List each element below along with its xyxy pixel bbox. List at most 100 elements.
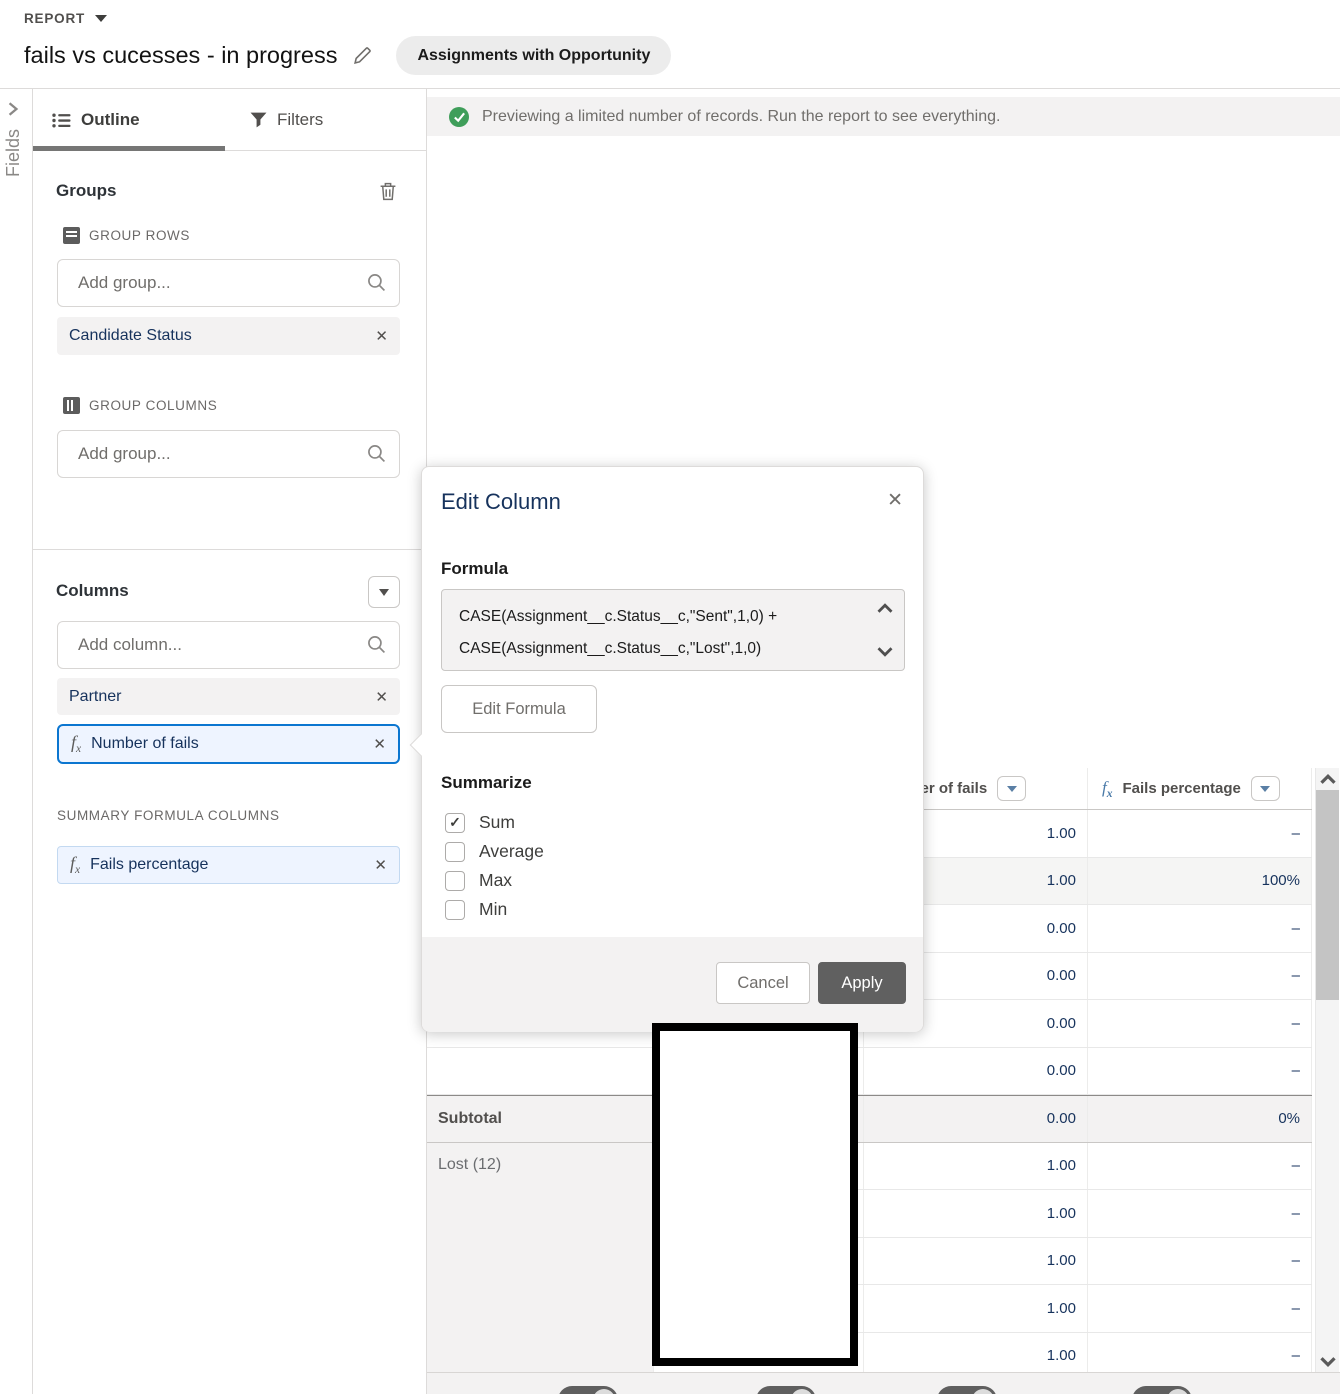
banner-text: Previewing a limited number of records. … [482,107,1001,125]
fields-panel-label: Fields [3,129,23,178]
fails-percentage-cell: – [1088,952,1312,999]
number-of-fails-cell: 1.00 [864,1190,1088,1237]
subtotal-label: Subtotal [438,1109,502,1127]
footer-toggle[interactable] [558,1386,618,1394]
summary-formula-columns-label: SUMMARY FORMULA COLUMNS [57,808,280,823]
checkbox-checked-icon[interactable]: ✓ [445,812,465,833]
footer-toggle[interactable] [756,1386,816,1394]
scroll-down-icon[interactable] [1319,1354,1337,1368]
summarize-option[interactable]: ✓ Sum [445,808,544,837]
groups-section-title: Groups [56,181,117,200]
column-chip-partner[interactable]: Partner ✕ [57,678,400,715]
vertical-scrollbar[interactable] [1315,768,1339,1372]
tab-filters-label: Filters [277,110,324,129]
number-of-fails-cell: 1.00 [864,1142,1088,1189]
edit-formula-button[interactable]: Edit Formula [441,685,597,733]
apply-button[interactable]: Apply [818,962,906,1004]
option-label: Sum [479,812,515,832]
add-group-rows-input[interactable] [57,259,400,307]
caret-down-icon [95,15,108,22]
summarize-option[interactable]: Min [445,895,544,924]
formula-label: Formula [441,559,509,578]
checkbox-icon[interactable] [445,870,465,891]
summarize-option[interactable]: Average [445,837,544,866]
summarize-options: ✓ Sum Average Max Min [445,808,544,924]
chip-label: Number of fails [91,735,199,752]
formula-scroll-up-icon[interactable] [875,602,895,615]
close-icon[interactable]: ✕ [887,489,903,512]
add-group-rows-field [57,259,400,307]
subtotal-percentage-value: 0% [1088,1096,1312,1142]
redaction-box [652,1023,858,1366]
tab-outline-label: Outline [81,110,140,129]
formula-scroll-down-icon[interactable] [875,645,895,658]
columns-menu-button[interactable] [368,576,400,608]
column-menu-button[interactable] [1250,776,1280,801]
group-columns-icon [63,397,80,414]
chevron-right-icon[interactable] [7,101,19,117]
chip-label: Partner [69,687,122,705]
group-rows-label: GROUP ROWS [89,228,191,243]
delete-groups-trash-icon[interactable] [379,182,397,201]
lost-group-section: Lost (12) 1.00 – 1.00 – 1.00 – 1.00 – 1.… [427,1142,1312,1380]
chip-label: Fails percentage [90,856,209,873]
dialog-title: Edit Column [441,489,561,514]
report-menu[interactable]: REPORT [24,11,108,26]
tab-filters[interactable]: Filters [250,89,323,151]
remove-chip-icon[interactable]: ✕ [375,327,388,345]
report-header: REPORT fails vs cucesses - in progress A… [0,0,1340,89]
column-menu-button[interactable] [997,776,1027,801]
dialog-footer: Cancel Apply [422,937,923,1032]
footer-toggle[interactable] [1132,1386,1192,1394]
fields-panel-collapsed[interactable]: Fields [0,89,33,1394]
group-chip-candidate-status[interactable]: Candidate Status ✕ [57,317,400,355]
outline-panel: Outline Filters Groups GROUP ROWS Add gr… [33,89,427,1394]
success-check-icon [449,106,469,127]
title-row: fails vs cucesses - in progress Assignme… [24,36,672,75]
search-icon [367,273,386,292]
remove-chip-icon[interactable]: ✕ [374,856,387,874]
fails-percentage-cell: – [1088,1142,1312,1189]
group-columns-label: GROUP COLUMNS [89,398,218,413]
remove-chip-icon[interactable]: ✕ [373,735,386,753]
summarize-option[interactable]: Max [445,866,544,895]
summarize-label: Summarize [441,773,532,792]
subtotal-fails-value: 0.00 [864,1096,1088,1142]
group-cell [427,1047,654,1094]
add-group-columns-input[interactable] [57,430,400,478]
tab-outline[interactable]: Outline [52,89,140,151]
formula-fx-icon: fx [70,853,81,877]
preview-banner: Previewing a limited number of records. … [427,97,1340,136]
checkbox-icon[interactable] [445,841,465,862]
scrollbar-thumb[interactable] [1316,790,1339,1000]
scroll-up-icon[interactable] [1319,772,1337,786]
fails-percentage-cell: – [1088,810,1312,857]
chip-label: Candidate Status [69,327,192,344]
fails-percentage-cell: – [1088,1237,1312,1284]
column-header-label: Fails percentage [1122,780,1241,797]
option-label: Min [479,899,508,919]
outline-list-icon [52,113,71,128]
checkbox-icon[interactable] [445,899,465,920]
add-column-input[interactable] [57,621,400,669]
formula-line: CASE(Assignment__c.Status__c,"Lost",1,0) [459,640,762,657]
formula-display: CASE(Assignment__c.Status__c,"Sent",1,0)… [441,589,905,671]
chevron-down-icon [1260,785,1271,792]
group-columns-heading: GROUP COLUMNS [63,397,217,414]
summary-chip-fails-percentage[interactable]: fx Fails percentage ✕ [57,846,400,884]
lost-group-cell[interactable]: Lost (12) [427,1142,654,1380]
table-row[interactable]: 0.00 – [427,1047,1312,1095]
column-chip-number-of-fails-selected[interactable]: fx Number of fails ✕ [57,724,400,764]
fails-percentage-column-header[interactable]: fx Fails percentage [1088,768,1312,809]
edit-title-pencil-icon[interactable] [353,46,372,65]
formula-line: CASE(Assignment__c.Status__c,"Sent",1,0)… [459,608,778,625]
cancel-button[interactable]: Cancel [716,962,810,1004]
toggle-knob [972,1389,994,1394]
formula-fx-icon: fx [71,732,82,756]
fails-percentage-cell: – [1088,905,1312,952]
footer-toggle[interactable] [937,1386,997,1394]
report-label: REPORT [24,11,86,26]
number-of-fails-cell: 1.00 [864,1285,1088,1332]
search-icon [367,635,386,654]
remove-chip-icon[interactable]: ✕ [375,688,388,706]
